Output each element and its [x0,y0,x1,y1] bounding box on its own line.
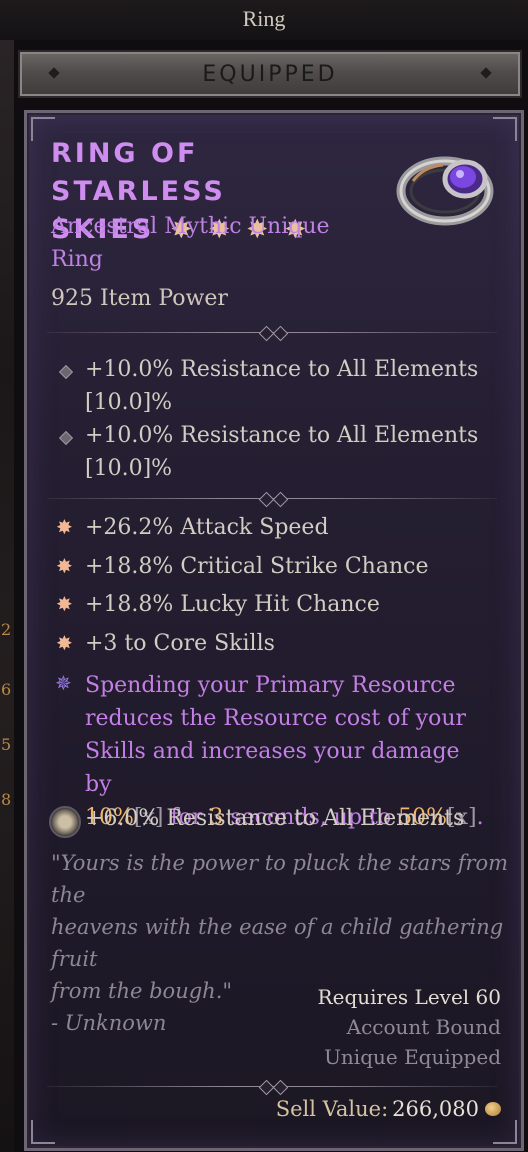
diamond-bullet-icon [58,430,74,446]
item-tooltip-panel: RING OF STARLESS SKIES Ancestral Mythic … [24,110,524,1151]
corner-ornament [493,117,517,141]
section-divider [47,325,497,342]
corner-ornament [493,1120,517,1144]
sell-value: Sell Value: 266,080 [276,1097,501,1121]
implicit-stat: +10.0% Resistance to All Elements [85,357,479,382]
affix: +18.8% Critical Strike Chance [85,554,429,579]
requires-level: Requires Level 60 [317,985,501,1009]
implicit-stat-range: [10.0]% [85,456,173,481]
ring-icon [396,156,494,226]
sell-amount: 266,080 [392,1097,479,1121]
unique-power-icon: ✵ [55,671,72,695]
greater-affix-star-icon: ✸ [56,592,73,616]
item-name-line1: RING OF STARLESS [51,138,226,207]
account-bound: Account Bound [346,1015,501,1039]
implicit-stat-range: [10.0]% [85,390,173,415]
implicit-stat: +10.0% Resistance to All Elements [85,423,479,448]
flavor-text: "Yours is the power to pluck the stars f… [51,847,511,1039]
corner-ornament [31,1120,55,1144]
affix: +26.2% Attack Speed [85,515,329,540]
greater-affix-star-icon: ✸ [56,554,73,578]
socket-stat: +6.0% Resistance to All Elements [85,806,465,831]
greater-affix-star-icon: ✸ [56,631,73,655]
greater-affix-star-icon: ✸ [56,515,73,539]
sell-label: Sell Value: [275,1097,389,1121]
section-divider [47,1079,497,1096]
gem-socket-icon [49,806,81,838]
gold-coin-icon [485,1102,501,1116]
equipped-header: EQUIPPED [18,50,522,98]
item-power: 925 Item Power [51,286,228,311]
affix: +18.8% Lucky Hit Chance [85,592,380,617]
diamond-bullet-icon [58,364,74,380]
background-left-strip: 2 6 5 8 [0,40,14,1152]
equipped-label: EQUIPPED [202,61,338,87]
item-rarity: Ancestral Mythic Unique [51,214,330,239]
tooltip-window-title: Ring [242,6,286,31]
affix: +3 to Core Skills [85,631,275,656]
item-type: Ring [51,247,103,272]
ornament-left-icon [48,67,60,79]
unique-equipped: Unique Equipped [324,1045,501,1069]
ornament-right-icon [480,67,492,79]
section-divider [47,491,497,508]
